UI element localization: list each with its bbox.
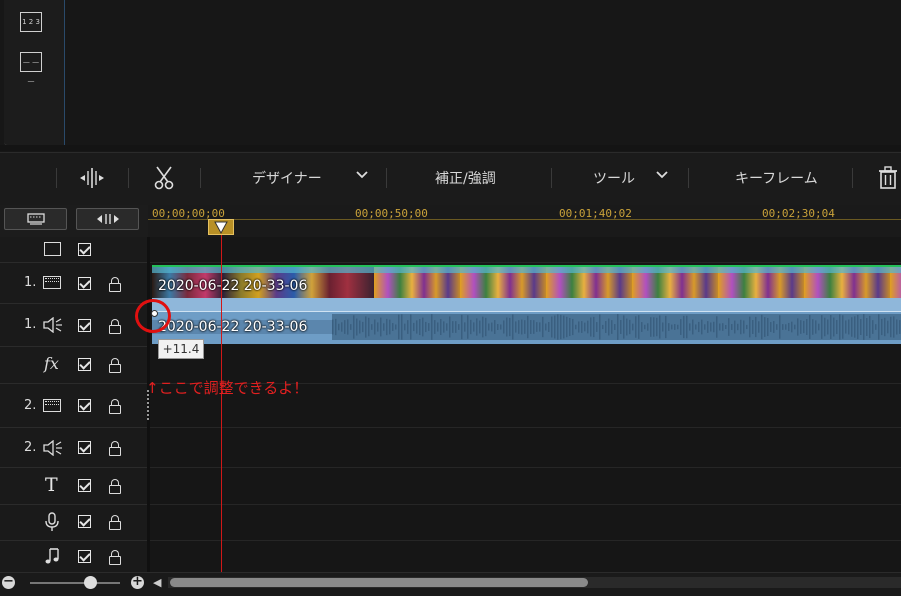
lock-icon[interactable]	[109, 399, 121, 414]
checkbox-icon[interactable]	[78, 399, 91, 412]
track-number: 2.	[24, 398, 37, 413]
track-lane-voice[interactable]	[150, 504, 901, 541]
video-clip-header	[152, 267, 901, 273]
track-lane-separator	[150, 262, 901, 263]
music-note-icon	[44, 547, 62, 569]
drag-handle[interactable]	[147, 390, 152, 420]
timeline-toolbar: デザイナー 補正/強調 ツール キーフレーム	[0, 152, 901, 206]
ruler-baseline	[148, 219, 901, 220]
fit-timeline-button[interactable]	[76, 208, 139, 230]
chevron-down-icon[interactable]	[355, 167, 369, 187]
zoom-out-icon[interactable]: −	[2, 575, 15, 589]
audio-clip[interactable]: 2020-06-22 20-33-06	[152, 298, 901, 344]
track-lane-audio-2[interactable]	[150, 427, 901, 468]
lock-icon[interactable]	[109, 550, 121, 565]
audio-clip-name: 2020-06-22 20-33-06	[158, 319, 308, 335]
lock-icon[interactable]	[109, 515, 121, 530]
tools-button[interactable]: ツール	[593, 168, 635, 188]
lock-icon[interactable]	[109, 358, 121, 373]
correction-enhance-button[interactable]: 補正/強調	[435, 168, 496, 188]
track-header-audio-2: 2.	[0, 427, 147, 468]
speaker-icon	[43, 316, 63, 337]
timeline-scrollbar-thumb[interactable]	[170, 578, 588, 587]
checkbox-icon[interactable]	[78, 319, 91, 332]
checkbox-icon[interactable]	[78, 277, 91, 290]
toolbar-divider	[128, 168, 129, 188]
track-lane-text[interactable]	[150, 467, 901, 505]
text-track-icon: T	[45, 474, 58, 496]
playhead-handle[interactable]	[208, 219, 234, 235]
toolbar-divider	[688, 168, 689, 188]
track-header-video-1: 1.	[0, 262, 147, 304]
film-icon	[43, 399, 61, 412]
split-icon[interactable]	[79, 167, 105, 193]
zoom-slider-track[interactable]	[30, 582, 120, 584]
annotation-text: ↑ここで調整できるよ！	[146, 379, 309, 397]
timecode-ruler[interactable]: 00;00;00;00 00;00;50;00 00;01;40;02 00;0…	[148, 205, 901, 238]
lock-icon[interactable]	[109, 319, 121, 334]
scroll-left-icon[interactable]: ◀	[153, 576, 161, 589]
toolbar-divider	[56, 168, 57, 188]
toolbar-divider	[200, 168, 201, 188]
track-number: 1.	[24, 275, 37, 290]
track-header-text: T	[0, 467, 147, 505]
video-clip-name: 2020-06-22 20-33-06	[158, 278, 308, 294]
preview-panel-area	[0, 0, 901, 152]
track-header-audio-1: 1.	[0, 303, 147, 347]
track-number: 2.	[24, 440, 37, 455]
track-header-music	[0, 540, 147, 572]
lock-icon[interactable]	[109, 441, 121, 456]
track-header-chapter	[0, 237, 147, 263]
checkbox-icon[interactable]	[78, 243, 91, 256]
track-header-fx: fx	[0, 346, 147, 384]
checkbox-icon[interactable]	[78, 515, 91, 528]
ruler-header	[0, 205, 148, 237]
trash-icon[interactable]	[878, 166, 898, 194]
lock-icon[interactable]	[109, 479, 121, 494]
toolbar-divider	[386, 168, 387, 188]
zoom-in-icon[interactable]: +	[131, 575, 144, 589]
volume-tooltip: +11.4	[158, 339, 204, 359]
speaker-icon	[43, 439, 63, 460]
designer-button[interactable]: デザイナー	[252, 168, 322, 188]
checkbox-icon[interactable]	[78, 550, 91, 563]
checkbox-icon[interactable]	[78, 441, 91, 454]
zoom-slider-knob[interactable]	[84, 576, 97, 589]
video-clip[interactable]: 2020-06-22 20-33-06	[152, 265, 901, 300]
checkbox-icon[interactable]	[78, 479, 91, 492]
chevron-down-icon[interactable]	[655, 167, 669, 187]
volume-lane[interactable]	[152, 298, 901, 312]
subtitle-icon[interactable]: — — —	[20, 52, 42, 85]
highlight-circle	[135, 299, 171, 333]
toolbar-divider	[551, 168, 552, 188]
keyframe-button[interactable]: キーフレーム	[735, 168, 818, 188]
track-manager-button[interactable]	[4, 208, 67, 230]
fx-icon: fx	[44, 354, 59, 373]
film-icon	[43, 276, 61, 289]
scissors-icon[interactable]	[153, 166, 175, 194]
track-header-video-2: 2.	[0, 383, 147, 428]
panel-divider[interactable]	[0, 145, 901, 151]
track-number: 1.	[24, 317, 37, 332]
side-tools-panel: 1 2 3 — — —	[4, 0, 65, 146]
lock-icon[interactable]	[109, 277, 121, 292]
track-header-voice	[0, 504, 147, 541]
microphone-icon	[45, 512, 59, 536]
chapter-icon[interactable]: 1 2 3	[20, 12, 42, 32]
checkbox-icon[interactable]	[78, 358, 91, 371]
toolbar-divider	[852, 168, 853, 188]
subtitle-icon	[44, 242, 61, 256]
